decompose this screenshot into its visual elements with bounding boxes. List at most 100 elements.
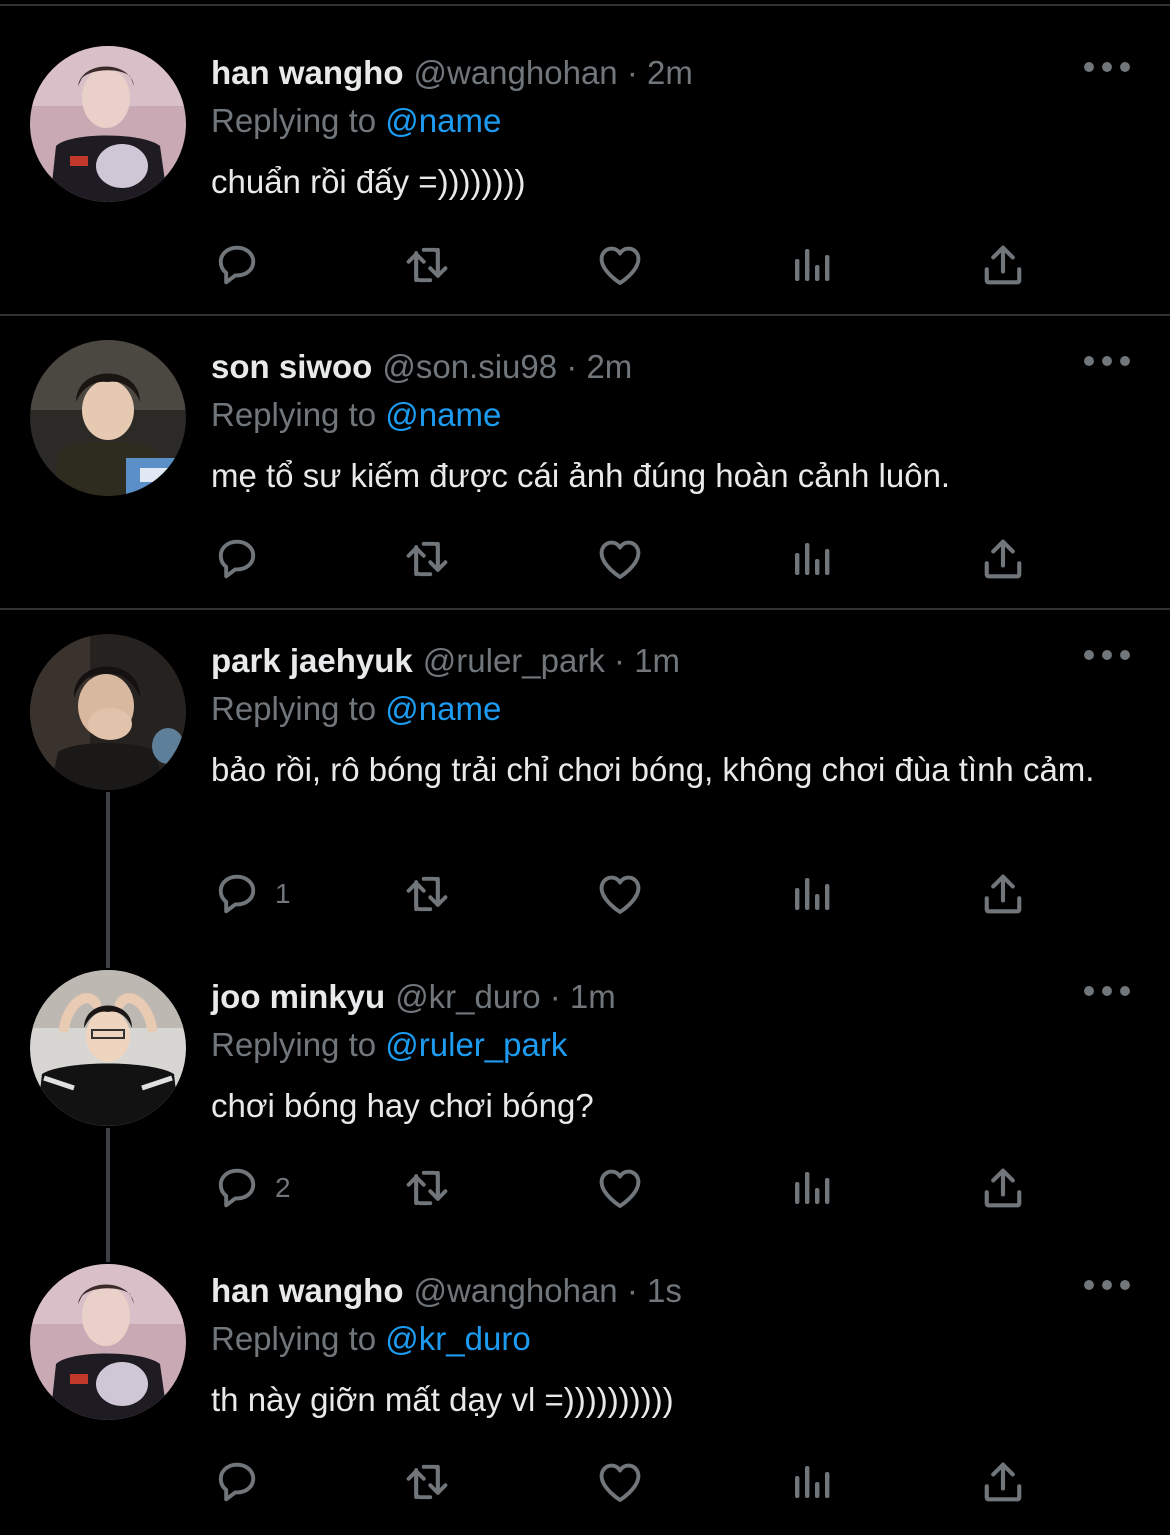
replying-to: Replying to @name <box>211 393 501 437</box>
timestamp[interactable]: 2m <box>586 348 632 385</box>
more-options-button[interactable] <box>1080 352 1134 382</box>
user-handle[interactable]: @wanghohan <box>414 1272 618 1309</box>
retweet-button[interactable] <box>401 1160 453 1216</box>
timestamp[interactable]: 1s <box>647 1272 682 1309</box>
action-bar <box>211 531 1041 587</box>
three-dots-icon <box>1080 58 1134 76</box>
action-bar <box>211 1454 1041 1510</box>
separator-dot: · <box>549 978 561 1015</box>
share-button[interactable] <box>977 1454 1029 1510</box>
replying-label: Replying to <box>211 396 377 433</box>
share-button[interactable] <box>977 531 1029 587</box>
avatar[interactable] <box>30 970 186 1126</box>
tweet-text: bảo rồi, rô bóng trải chỉ chơi bóng, khô… <box>211 751 1095 788</box>
retweet-arrows-icon <box>401 868 453 920</box>
like-button[interactable] <box>594 531 646 587</box>
tweet[interactable]: han wangho @wanghohan · 1s Replying to @k… <box>0 1234 1170 1535</box>
mention-link[interactable]: @name <box>385 102 501 139</box>
bar-chart-icon <box>787 1164 835 1212</box>
retweet-arrows-icon <box>401 239 453 291</box>
heart-icon <box>594 1456 646 1508</box>
views-button[interactable] <box>787 1160 835 1216</box>
like-button[interactable] <box>594 866 646 922</box>
retweet-arrows-icon <box>401 1162 453 1214</box>
display-name[interactable]: park jaehyuk <box>211 642 413 679</box>
tweet-header: han wangho @wanghohan · 1s <box>211 1269 682 1313</box>
tweet[interactable]: han wangho @wanghohan · 2m Replying to @n… <box>0 6 1170 316</box>
upload-arrow-icon <box>977 1456 1029 1508</box>
tweet-text: th này giỡn mất dạy vl =)))))))))) <box>211 1381 674 1418</box>
replying-to: Replying to @name <box>211 99 501 143</box>
bar-chart-icon <box>787 870 835 918</box>
more-options-button[interactable] <box>1080 646 1134 676</box>
heart-icon <box>594 868 646 920</box>
reply-count: 1 <box>275 878 291 909</box>
tweet[interactable]: joo minkyu @kr_duro · 1m Replying to @rul… <box>0 940 1170 1234</box>
replying-to: Replying to @name <box>211 687 501 731</box>
user-handle[interactable]: @wanghohan <box>414 54 618 91</box>
action-bar <box>211 237 1041 293</box>
tweet[interactable]: park jaehyuk @ruler_park · 1m Replying to… <box>0 610 1170 940</box>
views-button[interactable] <box>787 1454 835 1510</box>
display-name[interactable]: han wangho <box>211 54 404 91</box>
mention-link[interactable]: @name <box>385 396 501 433</box>
display-name[interactable]: son siwoo <box>211 348 372 385</box>
speech-bubble-icon <box>211 239 263 291</box>
avatar[interactable] <box>30 340 186 496</box>
views-button[interactable] <box>787 866 835 922</box>
upload-arrow-icon <box>977 239 1029 291</box>
user-handle[interactable]: @kr_duro <box>395 978 540 1015</box>
share-button[interactable] <box>977 866 1029 922</box>
speech-bubble-icon <box>211 868 263 920</box>
share-button[interactable] <box>977 1160 1029 1216</box>
speech-bubble-icon <box>211 1456 263 1508</box>
action-bar: 2 <box>211 1160 1041 1216</box>
timestamp[interactable]: 2m <box>647 54 693 91</box>
tweet[interactable]: son siwoo @son.siu98 · 2m Replying to @na… <box>0 316 1170 610</box>
avatar[interactable] <box>30 46 186 202</box>
more-options-button[interactable] <box>1080 58 1134 88</box>
like-button[interactable] <box>594 1454 646 1510</box>
reply-button[interactable] <box>211 531 275 587</box>
retweet-button[interactable] <box>401 237 453 293</box>
timestamp[interactable]: 1m <box>570 978 616 1015</box>
mention-link[interactable]: @name <box>385 690 501 727</box>
tweet-header: joo minkyu @kr_duro · 1m <box>211 975 616 1019</box>
bar-chart-icon <box>787 1458 835 1506</box>
more-options-button[interactable] <box>1080 982 1134 1012</box>
reply-button[interactable]: 2 <box>211 1160 291 1216</box>
retweet-arrows-icon <box>401 533 453 585</box>
avatar[interactable] <box>30 1264 186 1420</box>
display-name[interactable]: joo minkyu <box>211 978 385 1015</box>
mention-link[interactable]: @kr_duro <box>385 1320 530 1357</box>
heart-icon <box>594 533 646 585</box>
tweet-text: chơi bóng hay chơi bóng? <box>211 1087 594 1124</box>
like-button[interactable] <box>594 237 646 293</box>
views-button[interactable] <box>787 237 835 293</box>
avatar[interactable] <box>30 634 186 790</box>
reply-count: 2 <box>275 1172 291 1203</box>
reply-button[interactable]: 1 <box>211 866 291 922</box>
heart-icon <box>594 239 646 291</box>
retweet-button[interactable] <box>401 531 453 587</box>
timestamp[interactable]: 1m <box>634 642 680 679</box>
tweet-text: chuẩn rồi đấy =)))))))) <box>211 163 526 200</box>
three-dots-icon <box>1080 1276 1134 1294</box>
replying-label: Replying to <box>211 1026 377 1063</box>
retweet-button[interactable] <box>401 866 453 922</box>
mention-link[interactable]: @ruler_park <box>385 1026 567 1063</box>
heart-icon <box>594 1162 646 1214</box>
like-button[interactable] <box>594 1160 646 1216</box>
user-handle[interactable]: @son.siu98 <box>382 348 557 385</box>
retweet-button[interactable] <box>401 1454 453 1510</box>
share-button[interactable] <box>977 237 1029 293</box>
reply-button[interactable] <box>211 237 275 293</box>
three-dots-icon <box>1080 982 1134 1000</box>
reply-button[interactable] <box>211 1454 275 1510</box>
views-button[interactable] <box>787 531 835 587</box>
display-name[interactable]: han wangho <box>211 1272 404 1309</box>
user-handle[interactable]: @ruler_park <box>423 642 605 679</box>
tweet-header: son siwoo @son.siu98 · 2m <box>211 345 632 389</box>
more-options-button[interactable] <box>1080 1276 1134 1306</box>
separator-dot: · <box>626 54 638 91</box>
